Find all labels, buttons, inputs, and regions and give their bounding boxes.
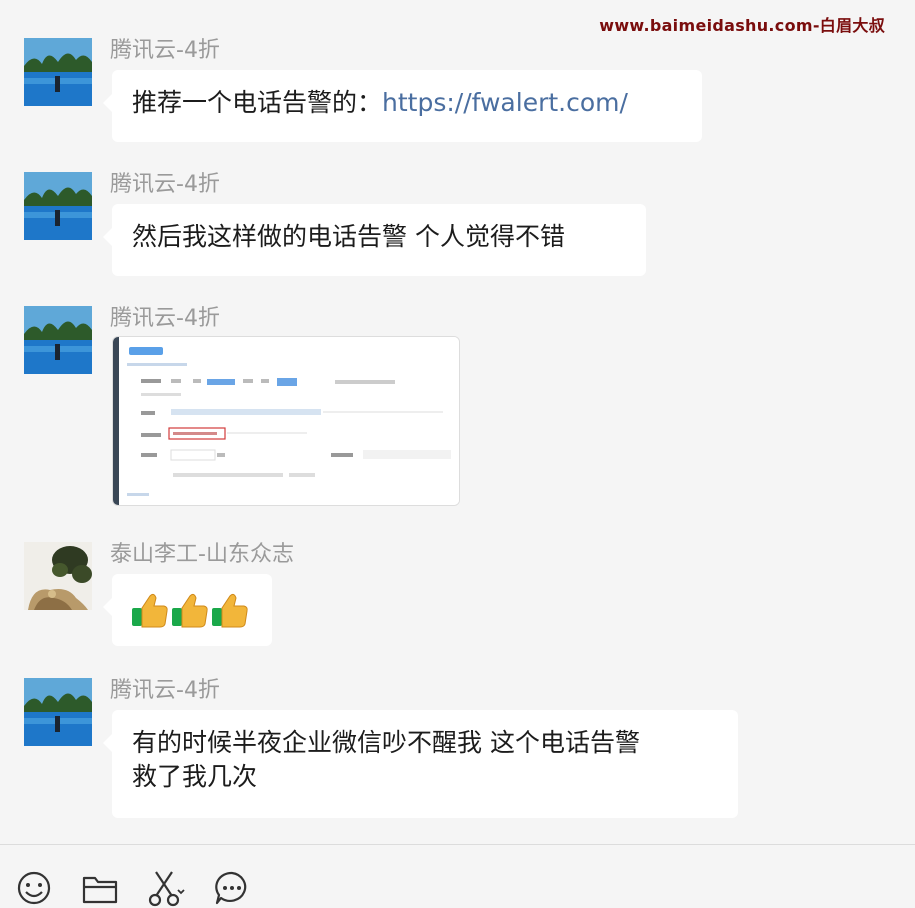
message-bubble[interactable] bbox=[103, 574, 272, 646]
chat-more-icon[interactable] bbox=[212, 868, 252, 908]
avatar-pool-image bbox=[24, 172, 92, 240]
message-text-line: 救了我几次 bbox=[132, 761, 258, 791]
thumbs-up-icon bbox=[132, 593, 168, 628]
message-text: 推荐一个电话告警的： bbox=[132, 88, 383, 117]
emoji-icon[interactable] bbox=[14, 868, 54, 908]
message-bubble[interactable]: 推荐一个电话告警的：https://fwalert.com/ bbox=[103, 70, 702, 142]
avatar[interactable] bbox=[24, 172, 92, 240]
folder-icon[interactable] bbox=[80, 868, 120, 908]
scissors-icon[interactable] bbox=[146, 868, 186, 908]
message-text-line: 有的时候半夜企业微信吵不醒我 这个电话告警 bbox=[132, 728, 640, 757]
sender-name: 腾讯云-4折 bbox=[110, 678, 220, 703]
sender-name: 腾讯云-4折 bbox=[110, 172, 220, 197]
message-text: 然后我这样做的电话告警 个人觉得不错 bbox=[132, 222, 565, 251]
input-toolbar bbox=[14, 868, 252, 908]
input-divider bbox=[0, 844, 915, 845]
message-bubble[interactable]: 有的时候半夜企业微信吵不醒我 这个电话告警 救了我几次 bbox=[103, 710, 738, 818]
thumbs-up-icon bbox=[212, 593, 248, 628]
message-bubble[interactable]: 然后我这样做的电话告警 个人觉得不错 bbox=[103, 204, 646, 276]
avatar-plant-image bbox=[24, 542, 92, 610]
image-message[interactable] bbox=[112, 336, 460, 506]
avatar[interactable] bbox=[24, 678, 92, 746]
screenshot-thumbnail bbox=[113, 337, 459, 505]
avatar-pool-image bbox=[24, 38, 92, 106]
sender-name: 泰山李工-山东众志 bbox=[110, 542, 294, 567]
thumbs-up-icon bbox=[172, 593, 208, 628]
avatar-pool-image bbox=[24, 306, 92, 374]
watermark: www.baimeidashu.com-白眉大叔 bbox=[599, 16, 885, 35]
avatar[interactable] bbox=[24, 38, 92, 106]
sender-name: 腾讯云-4折 bbox=[110, 38, 220, 63]
avatar-pool-image bbox=[24, 678, 92, 746]
avatar[interactable] bbox=[24, 542, 92, 610]
thumbs-up-icons bbox=[132, 593, 248, 628]
avatar[interactable] bbox=[24, 306, 92, 374]
sender-name: 腾讯云-4折 bbox=[110, 306, 220, 331]
message-link[interactable]: https://fwalert.com/ bbox=[382, 88, 628, 117]
